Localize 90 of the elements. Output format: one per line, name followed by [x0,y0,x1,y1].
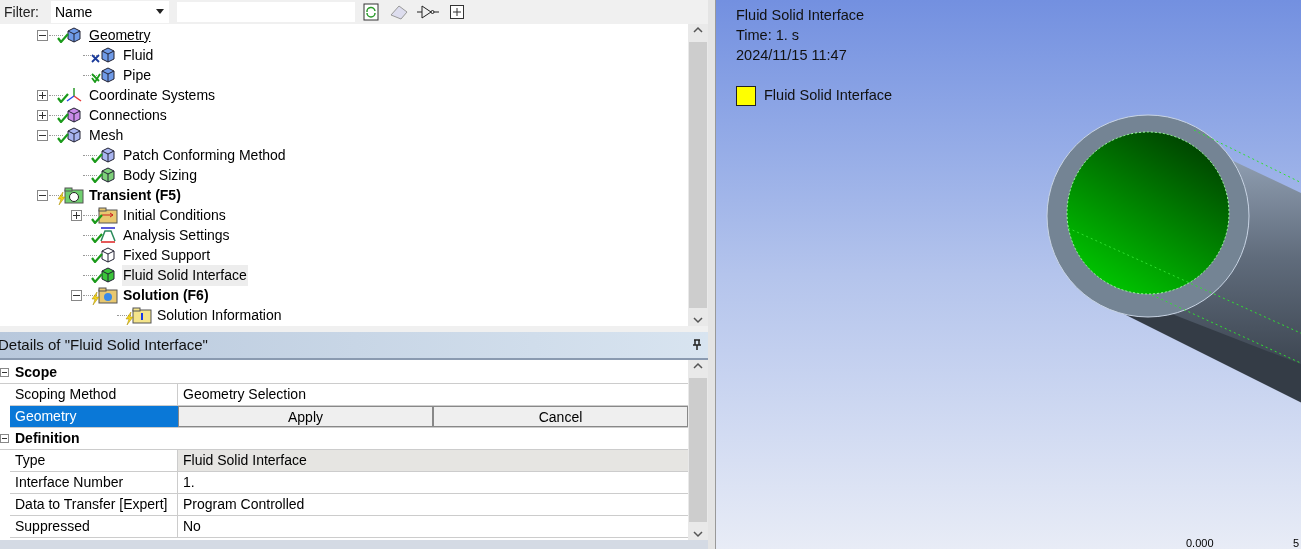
category-label: Scope [14,363,57,382]
expander[interactable] [37,29,48,41]
lightning-icon [125,311,134,325]
expander[interactable] [37,189,48,201]
property-value[interactable]: No [178,516,688,537]
expander[interactable] [71,289,82,301]
category-label: Definition [14,429,80,448]
tree-item[interactable]: Solution (F6) [122,284,210,306]
gate-icon[interactable] [417,4,439,20]
check-icon [91,253,103,263]
tree-item[interactable]: Mesh [88,124,125,146]
filter-label: Filter: [4,2,39,22]
cube-icon [65,27,83,43]
filter-dropdown[interactable]: Name [51,1,169,23]
check-icon [57,93,69,103]
check-icon [57,113,69,123]
expander[interactable] [37,129,48,141]
expander[interactable] [37,109,48,121]
property-label: Interface Number [10,472,178,493]
property-value[interactable]: 1. [178,472,688,493]
tree-item[interactable]: Fluid Solid Interface [122,264,248,286]
check-cross-icon [91,73,101,83]
property-value[interactable]: Fluid Solid Interface [178,450,688,471]
tree-item[interactable]: Pipe [122,64,153,86]
property-value[interactable]: Geometry Selection [178,384,688,405]
plus-icon [39,91,46,99]
lightning-icon [57,191,66,205]
tree-item[interactable]: Geometry [88,24,152,46]
pin-icon[interactable] [692,339,702,351]
folder-icon [98,206,118,224]
cube-icon [65,107,83,123]
folder-icon [98,286,118,304]
annotation-text: Fluid Solid Interface [736,6,866,25]
dropdown-arrow-icon[interactable] [155,9,165,15]
cross-icon [91,54,100,63]
minus-icon [2,436,7,441]
details-header: Details of "Fluid Solid Interface" [0,332,708,360]
cube-icon [99,167,117,183]
check-icon [91,173,103,183]
check-icon [57,33,69,43]
minus-icon [2,370,7,375]
mesh-cube-icon [99,147,117,163]
property-value[interactable]: Program Controlled [178,494,688,515]
cube-icon [99,47,117,63]
tree-item[interactable]: Connections [88,104,168,126]
expand-all-icon[interactable] [449,4,465,20]
legend-label: Fluid Solid Interface [764,86,893,105]
tree-item[interactable]: Solution Information [156,304,283,326]
tree-item[interactable]: Transient (F5) [88,184,182,206]
cube-icon [99,247,117,263]
property-label: Data to Transfer [Expert] [10,494,178,515]
scrollbar[interactable] [688,24,708,326]
cube-icon [99,67,117,83]
plus-icon [73,211,80,219]
cube-icon [99,267,117,283]
check-icon [91,213,103,224]
scale-label: 0.000 [1186,537,1214,549]
refresh-icon[interactable] [363,3,379,21]
clock-folder-icon [64,186,84,204]
lightning-icon [91,291,100,305]
property-button[interactable]: Apply [178,406,433,427]
scale-label: 5 [1292,537,1299,549]
viewport[interactable]: Fluid Solid Interface Time: 1. s 2024/11/15 11:47 Fluid Solid Interface 0.000 5 [716,0,1301,549]
property-label[interactable]: Geometry [10,406,178,427]
expander[interactable] [71,209,82,221]
folder-icon [132,306,152,324]
property-button[interactable]: Cancel [433,406,688,427]
axes-icon [65,87,83,103]
tree-item[interactable]: Initial Conditions [122,204,227,226]
check-icon [91,153,103,163]
expander[interactable] [37,89,48,101]
check-icon [57,133,69,143]
property-label: Suppressed [10,516,178,537]
scrollbar[interactable] [688,360,708,540]
tree-item[interactable]: Coordinate Systems [88,84,217,106]
check-icon [91,273,103,283]
annotation-text: 2024/11/15 11:47 [736,46,848,65]
tree-item[interactable]: Patch Conforming Method [122,144,287,166]
curve-icon [99,227,117,243]
tree-item[interactable]: Analysis Settings [122,224,231,246]
tree-item[interactable]: Body Sizing [122,164,198,186]
tree-item[interactable]: Fluid [122,44,155,66]
expander[interactable] [0,368,9,377]
property-label: Scoping Method [10,384,178,405]
check-icon [91,233,103,243]
mesh-cube-icon [65,127,83,143]
plus-icon [39,111,46,119]
tree-item[interactable]: Fixed Support [122,244,212,266]
annotation-text: Time: 1. s [736,26,801,45]
expander[interactable] [0,434,9,443]
